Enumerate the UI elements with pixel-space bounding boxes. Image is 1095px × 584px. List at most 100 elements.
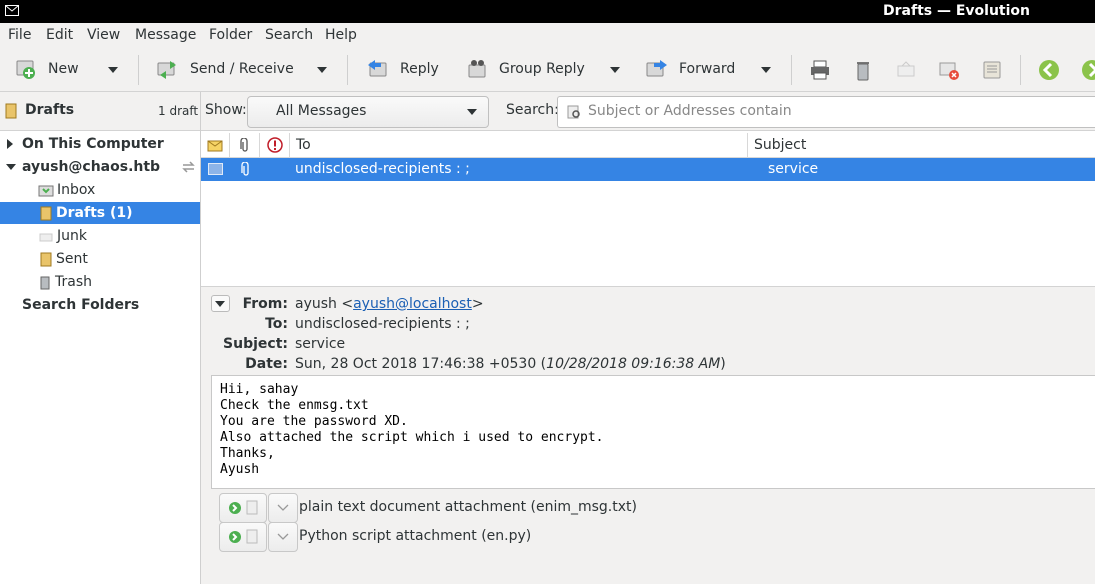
message-list-header: To Subject: [201, 133, 1095, 158]
save-attachment-icon: [229, 502, 241, 514]
search-icon[interactable]: [567, 105, 581, 119]
tree-label: Search Folders: [22, 297, 140, 313]
group-reply-dropdown-icon[interactable]: [610, 67, 620, 73]
forward-icon: [646, 60, 667, 77]
group-reply-label: Group Reply: [499, 61, 585, 77]
column-to-label: To: [296, 137, 311, 153]
forward-dropdown-icon[interactable]: [761, 67, 771, 73]
to-label: To:: [265, 316, 288, 332]
window-title: Drafts — Evolution: [883, 3, 1030, 19]
folder-label: Junk: [57, 228, 87, 244]
column-attachment[interactable]: [230, 133, 260, 157]
sidebar-item-drafts[interactable]: Drafts (1): [0, 202, 200, 224]
column-subject[interactable]: Subject: [748, 133, 1095, 157]
envelope-status-icon: [207, 140, 223, 152]
row-to: undisclosed-recipients : ;: [295, 161, 470, 177]
chevron-down-icon: [277, 504, 289, 511]
save-attachment-icon: [229, 531, 241, 543]
table-row[interactable]: undisclosed-recipients : ; service: [201, 158, 1095, 181]
tree-search-folders[interactable]: Search Folders: [22, 294, 139, 316]
new-dropdown-icon[interactable]: [108, 67, 118, 73]
attachment-menu-button[interactable]: [268, 493, 298, 523]
attachment-open-button[interactable]: [219, 493, 267, 523]
search-placeholder: Subject or Addresses contain: [588, 103, 792, 119]
junk-folder-icon: [39, 233, 53, 242]
sidebar-item-junk[interactable]: Junk: [0, 225, 200, 247]
column-to[interactable]: To: [290, 133, 748, 157]
sidebar-item-inbox[interactable]: Inbox: [0, 179, 200, 201]
reply-button[interactable]: Reply: [366, 57, 439, 81]
date-main: Sun, 28 Oct 2018 17:46:38 +0530: [295, 356, 537, 372]
menu-file[interactable]: File: [8, 27, 31, 43]
date-value: Sun, 28 Oct 2018 17:46:38 +0530 (10/28/2…: [295, 356, 726, 372]
menu-folder[interactable]: Folder: [209, 27, 252, 43]
menu-message[interactable]: Message: [135, 27, 196, 43]
title-bar: Drafts — Evolution: [0, 0, 1095, 23]
folder-label: Inbox: [57, 182, 96, 198]
show-label: Show:: [205, 102, 247, 118]
toolbar: New Send / Receive Reply Group Reply For…: [0, 48, 1095, 92]
tree-label: On This Computer: [22, 136, 164, 152]
toolbar-separator: [1020, 55, 1021, 85]
menu-search[interactable]: Search: [265, 27, 313, 43]
new-message-icon: [16, 60, 35, 79]
row-paperclip-icon: [241, 162, 249, 176]
attachment-label: plain text document attachment (enim_msg…: [299, 499, 637, 515]
from-close: >: [471, 296, 484, 312]
message-body-text: Hii, sahay Check the enmsg.txt You are t…: [220, 382, 604, 477]
tree-on-this-computer[interactable]: On This Computer: [0, 133, 200, 155]
toolbar-separator: [347, 55, 348, 85]
forward-button[interactable]: Forward: [645, 57, 735, 81]
attachment-menu-button[interactable]: [268, 522, 298, 552]
reply-icon: [368, 60, 387, 77]
search-input[interactable]: Subject or Addresses contain: [557, 96, 1095, 128]
previous-icon[interactable]: [1037, 58, 1061, 82]
message-body[interactable]: Hii, sahay Check the enmsg.txt You are t…: [211, 375, 1095, 489]
menu-view[interactable]: View: [87, 27, 120, 43]
send-receive-dropdown-icon[interactable]: [317, 67, 327, 73]
collapse-icon[interactable]: [6, 164, 16, 170]
group-reply-button[interactable]: Group Reply: [465, 57, 585, 81]
date-local: 10/28/2018 09:16:38 AM: [546, 356, 721, 372]
print-icon[interactable]: [808, 58, 832, 82]
column-subject-label: Subject: [754, 137, 807, 153]
reply-label: Reply: [400, 61, 439, 77]
to-value: undisclosed-recipients : ;: [295, 316, 470, 332]
junk-icon[interactable]: [894, 58, 918, 82]
sync-icon: [182, 161, 195, 173]
attachment-label: Python script attachment (en.py): [299, 528, 532, 544]
drafts-icon: [5, 103, 17, 119]
sidebar-header: Drafts 1 draft: [0, 92, 200, 131]
expand-icon[interactable]: [7, 139, 13, 149]
new-label: New: [48, 61, 79, 77]
account-label: ayush@chaos.htb: [22, 159, 161, 175]
next-icon[interactable]: [1080, 58, 1095, 82]
archive-icon[interactable]: [980, 58, 1004, 82]
tree-account[interactable]: ayush@chaos.htb: [0, 156, 200, 178]
paperclip-icon: [239, 137, 248, 152]
column-status[interactable]: [201, 133, 230, 157]
not-junk-icon[interactable]: [937, 58, 961, 82]
column-importance[interactable]: [260, 133, 290, 157]
text-file-icon: [246, 500, 258, 515]
menu-help[interactable]: Help: [325, 27, 357, 43]
trash-icon[interactable]: [851, 58, 875, 82]
date-label: Date:: [245, 356, 288, 372]
send-receive-button[interactable]: Send / Receive: [156, 57, 294, 81]
from-value: ayush <ayush@localhost>: [295, 296, 484, 312]
sidebar-item-trash[interactable]: Trash: [0, 271, 200, 293]
chevron-down-icon: [467, 109, 477, 115]
attachment-open-button[interactable]: [219, 522, 267, 552]
new-button[interactable]: New: [14, 57, 79, 81]
send-receive-icon: [157, 61, 176, 79]
group-reply-icon: [468, 60, 486, 78]
show-filter-select[interactable]: All Messages: [247, 96, 489, 128]
menu-bar: File Edit View Message Folder Search Hel…: [0, 23, 1095, 48]
sidebar-item-sent[interactable]: Sent: [0, 248, 200, 270]
inbox-icon: [38, 185, 54, 197]
row-subject: service: [768, 161, 819, 177]
show-filter-value: All Messages: [276, 103, 367, 119]
menu-edit[interactable]: Edit: [46, 27, 73, 43]
from-email-link[interactable]: ayush@localhost: [353, 296, 472, 312]
important-icon: [266, 137, 283, 153]
